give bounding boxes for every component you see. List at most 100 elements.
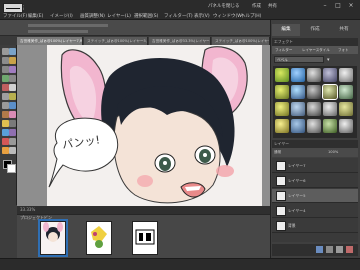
redeye-tool-icon[interactable] <box>2 84 9 91</box>
effects-panel-header[interactable]: エフェクト <box>272 38 358 46</box>
trash-icon[interactable] <box>346 246 353 253</box>
style-thumb-19[interactable] <box>323 119 337 133</box>
recompose-tool-icon[interactable] <box>9 93 16 100</box>
eraser-tool-icon[interactable] <box>9 111 16 118</box>
layer-row[interactable]: レイヤー6 <box>272 174 358 188</box>
menu-help[interactable]: ヘルプ(H) <box>241 13 261 19</box>
menu-window[interactable]: ウィンドウ(W) <box>213 13 243 19</box>
canvas-area[interactable] <box>17 45 270 206</box>
new-layer-icon[interactable] <box>316 246 323 253</box>
selection-brush-tool-icon[interactable] <box>9 75 16 82</box>
style-thumb-3[interactable] <box>307 68 321 82</box>
menu-adjust[interactable]: 画質調整(N) <box>80 13 105 19</box>
layer-row[interactable]: レイヤー4 <box>272 204 358 218</box>
menu-select[interactable]: 選択範囲(S) <box>134 13 158 19</box>
layer-thumb <box>276 176 286 186</box>
tab-photo-effects[interactable]: フォト <box>338 46 349 54</box>
tab-filters[interactable]: フィルター <box>275 46 292 54</box>
project-bin-thumb-1[interactable] <box>38 219 68 257</box>
zoom-tool-icon[interactable] <box>9 48 16 55</box>
hand-tool-icon[interactable] <box>2 57 9 64</box>
brush-tool-icon[interactable] <box>2 120 9 127</box>
layer-row[interactable]: 背景 <box>272 219 358 233</box>
crop-tool-icon[interactable] <box>2 93 9 100</box>
type-tool-icon[interactable] <box>9 84 16 91</box>
gradient-tool-icon[interactable] <box>9 129 16 136</box>
lock-icon[interactable] <box>336 246 343 253</box>
style-thumb-13[interactable] <box>307 102 321 116</box>
tab-document-3[interactable]: 吉田雅美作_ばぁ@33.3%(レイヤー5,RGB/8) <box>149 37 211 45</box>
options-slider-track[interactable] <box>28 24 108 27</box>
close-window-button[interactable]: × <box>346 2 356 10</box>
style-thumb-7[interactable] <box>291 85 305 99</box>
artwork-canvas <box>17 45 270 206</box>
chevron-down-icon[interactable]: ▾ <box>327 57 330 63</box>
tab-share[interactable]: 共有 <box>330 24 358 36</box>
tab-document-4[interactable]: ステイッチ_ばぁ@100%(レイヤー2,RGB/8) <box>212 37 270 45</box>
clone-stamp-tool-icon[interactable] <box>2 111 9 118</box>
menu-file[interactable]: ファイル(F) <box>3 13 27 19</box>
style-thumb-8[interactable] <box>307 85 321 99</box>
lasso-tool-icon[interactable] <box>9 66 16 73</box>
pencil-tool-icon[interactable] <box>9 147 16 154</box>
style-thumb-14[interactable] <box>323 102 337 116</box>
share-top-button[interactable]: 共有 <box>268 3 277 9</box>
zoom-level-readout: 33.33% <box>20 207 36 212</box>
paint-bucket-tool-icon[interactable] <box>2 129 9 136</box>
blur-tool-icon[interactable] <box>9 138 16 145</box>
layer-name: レイヤー7 <box>288 163 306 168</box>
style-thumb-1[interactable] <box>275 68 289 82</box>
minimize-button[interactable]: – <box>320 2 330 10</box>
menu-layer[interactable]: レイヤー(L) <box>107 13 131 19</box>
magic-wand-tool-icon[interactable] <box>2 75 9 82</box>
marquee-tool-icon[interactable] <box>2 66 9 73</box>
layer-row-selected[interactable]: レイヤー5 <box>272 189 358 203</box>
options-slider-track-2[interactable] <box>28 30 88 33</box>
menu-view[interactable]: 表示(V) <box>194 13 210 19</box>
sponge-tool-icon[interactable] <box>2 147 9 154</box>
style-thumb-10[interactable] <box>339 85 353 99</box>
right-eye-highlight <box>203 153 207 157</box>
tab-document-1[interactable]: 吉田雅美作_ばぁ@100%(レイヤー7,RGB/8)* <box>17 37 83 45</box>
style-thumb-4[interactable] <box>323 68 337 82</box>
adjustment-layer-icon[interactable] <box>326 246 333 253</box>
style-thumb-12[interactable] <box>291 102 305 116</box>
shape-tool-icon[interactable] <box>2 138 9 145</box>
menu-edit[interactable]: 編集(E) <box>28 13 43 19</box>
project-bin-thumb-3[interactable] <box>132 221 158 255</box>
move-tool-icon[interactable] <box>2 48 9 55</box>
tab-layer-styles[interactable]: レイヤースタイル <box>302 46 330 54</box>
spot-healing-tool-icon[interactable] <box>9 102 16 109</box>
style-thumb-6[interactable] <box>275 85 289 99</box>
style-thumb-11[interactable] <box>275 102 289 116</box>
style-thumb-18[interactable] <box>307 119 321 133</box>
style-thumb-20[interactable] <box>339 119 353 133</box>
layer-row[interactable]: レイヤー7 <box>272 159 358 173</box>
tab-document-2[interactable]: ステイッチ_ばぁ@100%(レイヤー5,RGB/8) <box>84 37 148 45</box>
menu-image[interactable]: イメージ(I) <box>50 13 73 19</box>
tab-create[interactable]: 作成 <box>301 24 329 36</box>
layer-name: 背景 <box>288 223 296 228</box>
blend-mode-select[interactable]: 通常 <box>274 150 281 154</box>
eyedropper-tool-icon[interactable] <box>9 57 16 64</box>
style-thumb-5[interactable] <box>339 68 353 82</box>
background-color-swatch[interactable] <box>7 164 16 173</box>
style-thumb-16[interactable] <box>275 119 289 133</box>
smart-brush-tool-icon[interactable] <box>9 120 16 127</box>
style-thumb-17[interactable] <box>291 119 305 133</box>
opacity-value[interactable]: 100% <box>328 148 338 157</box>
close-panels-button[interactable]: パネルを閉じる <box>208 3 240 9</box>
straighten-tool-icon[interactable] <box>2 102 9 109</box>
layers-panel-header[interactable]: レイヤー <box>272 140 358 148</box>
create-top-button[interactable]: 作成 <box>252 3 261 9</box>
style-thumb-9[interactable] <box>322 84 338 100</box>
left-bottom-strip <box>0 205 17 258</box>
menu-filter[interactable]: フィルター(T) <box>164 13 193 19</box>
project-bin-thumb-2[interactable] <box>86 221 112 255</box>
style-thumb-2[interactable] <box>291 68 305 82</box>
style-thumb-15[interactable] <box>339 102 353 116</box>
layer-thumb <box>276 221 286 231</box>
maximize-button[interactable]: □ <box>333 2 343 10</box>
effects-category-dropdown[interactable]: ベベル <box>274 56 324 63</box>
tab-edit[interactable]: 編集 <box>272 24 300 36</box>
